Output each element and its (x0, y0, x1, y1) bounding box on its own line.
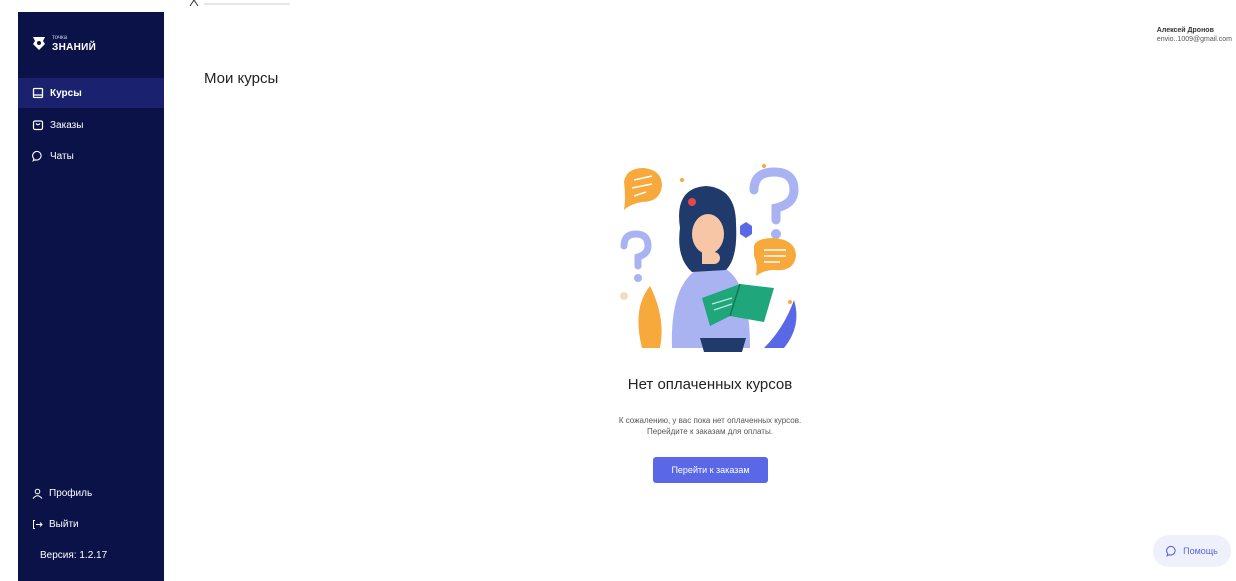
top-edge-fragment (189, 0, 290, 6)
logo[interactable]: точка ЗНАНИЙ (32, 34, 97, 53)
version-label: Версия: 1.2.17 (40, 550, 108, 561)
empty-desc-line-1: К сожалению, у вас пока нет оплаченных к… (618, 416, 802, 425)
chat-icon (32, 150, 42, 162)
user-info[interactable]: Алексей Дронов envio..1009@gmail.com (1157, 26, 1232, 44)
user-name: Алексей Дронов (1156, 27, 1214, 34)
chat-bubble-icon (1166, 545, 1176, 557)
profile-label: Профиль (49, 488, 93, 499)
logout-link[interactable]: Выйти (32, 519, 79, 530)
profile-link[interactable]: Профиль (32, 488, 92, 499)
book-icon (32, 87, 44, 99)
sidebar-item-chats[interactable]: Чаты (18, 141, 164, 171)
go-to-orders-button[interactable]: Перейти к заказам (653, 457, 768, 483)
sidebar-item-courses[interactable]: Курсы (18, 78, 164, 108)
empty-desc-line-2: Перейдите к заказам для оплаты. (647, 427, 773, 436)
sidebar-item-label: Чаты (50, 150, 74, 162)
empty-state-title: Нет оплаченных курсов (627, 376, 793, 393)
logout-label: Выйти (49, 519, 79, 530)
help-label: Помощь (1183, 546, 1218, 556)
logout-icon (33, 520, 43, 529)
sidebar-item-label: Заказы (50, 119, 84, 131)
help-button[interactable]: Помощь (1153, 535, 1231, 567)
page-title: Мои курсы (204, 70, 279, 87)
user-email: envio..1009@gmail.com (1156, 36, 1232, 43)
sidebar: точка ЗНАНИЙ Курсы Заказы Чаты Профиль В… (18, 12, 164, 581)
logo-text: точка ЗНАНИЙ (52, 34, 97, 53)
sidebar-item-label: Курсы (50, 87, 82, 99)
bag-icon (32, 120, 44, 131)
empty-state-illustration (620, 164, 799, 352)
empty-state-description: К сожалению, у вас пока нет оплаченных к… (560, 415, 860, 437)
sidebar-item-orders[interactable]: Заказы (18, 110, 164, 140)
logo-big-text: ЗНАНИЙ (52, 42, 97, 53)
user-icon (32, 488, 43, 499)
logo-icon (33, 37, 45, 50)
